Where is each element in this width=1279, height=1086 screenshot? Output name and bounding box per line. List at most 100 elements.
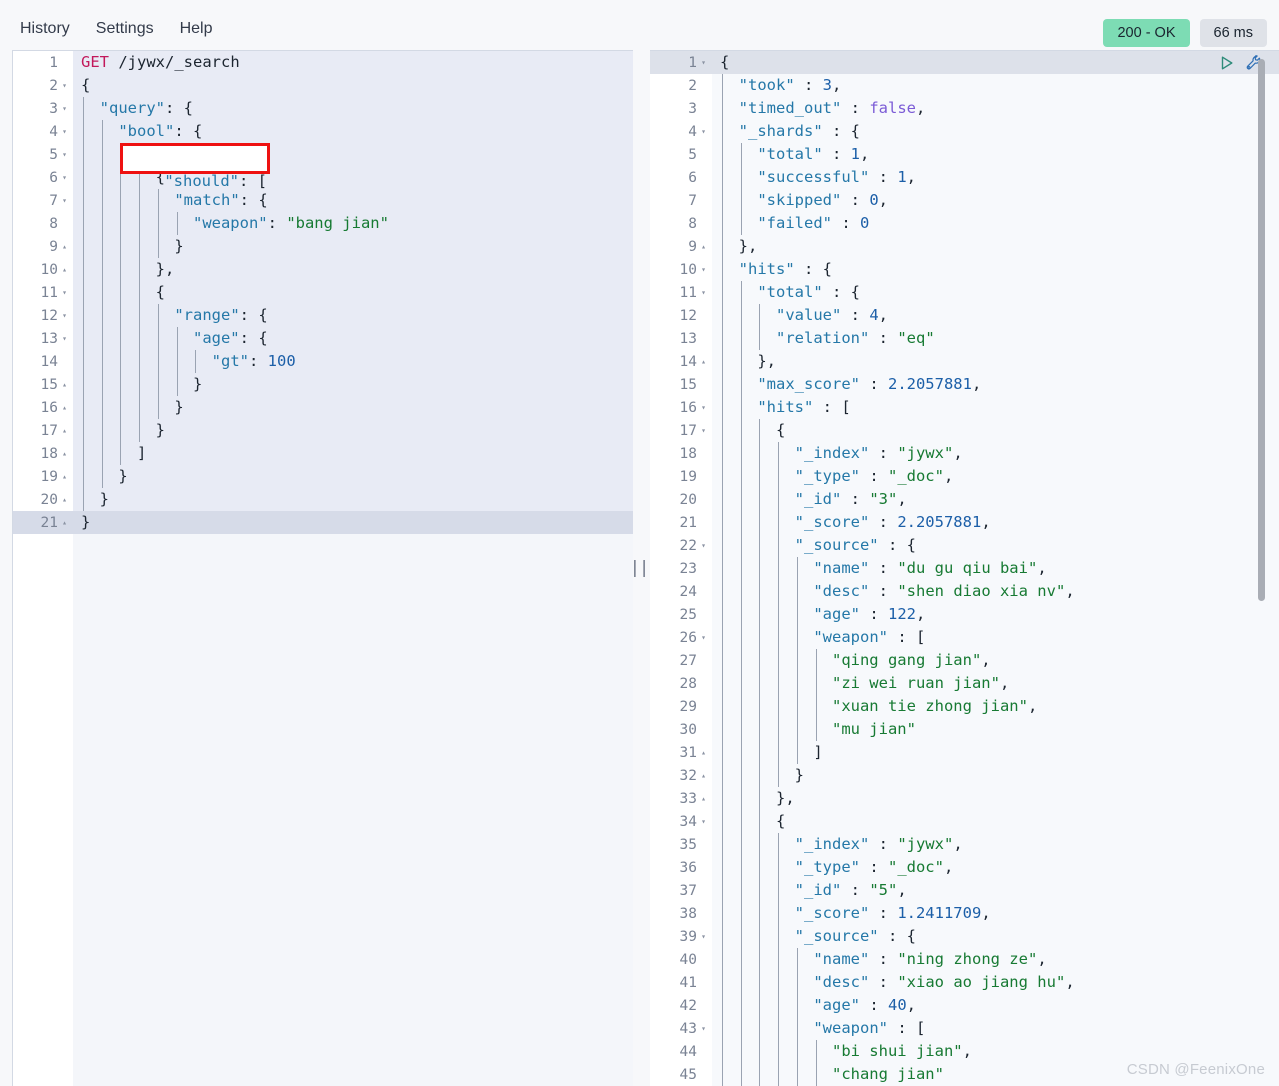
line-number-gutter[interactable]: 13 [650, 327, 712, 350]
code-line-content[interactable]: "_id" : "3", [712, 488, 1279, 511]
fold-toggle-icon[interactable]: ▾ [699, 626, 708, 649]
code-line-content[interactable]: "_source" : { [712, 925, 1279, 948]
fold-toggle-icon[interactable]: ▾ [60, 120, 69, 143]
code-line[interactable]: 36 "_type" : "_doc", [650, 856, 1279, 879]
line-number-gutter[interactable]: 39 ▾ [650, 925, 712, 948]
code-line[interactable]: 8 "weapon": "bang jian" [13, 212, 633, 235]
fold-toggle-icon[interactable]: ▾ [699, 396, 708, 419]
fold-toggle-icon[interactable]: ▾ [699, 258, 708, 281]
line-number-gutter[interactable]: 24 [650, 580, 712, 603]
fold-toggle-icon[interactable]: ▾ [699, 810, 708, 833]
code-line-content[interactable]: { [73, 74, 633, 97]
code-line[interactable]: 39 ▾ "_source" : { [650, 925, 1279, 948]
line-number-gutter[interactable]: 29 [650, 695, 712, 718]
code-line[interactable]: 26 ▾ "weapon" : [ [650, 626, 1279, 649]
code-line-content[interactable]: "mu jian" [712, 718, 1279, 741]
code-line[interactable]: 3 ▾ "query": { [13, 97, 633, 120]
code-line-content[interactable]: { [712, 419, 1279, 442]
line-number-gutter[interactable]: 1 [13, 51, 73, 74]
code-line-content[interactable]: { [712, 51, 1279, 74]
code-line[interactable]: 21 "_score" : 2.2057881, [650, 511, 1279, 534]
code-line[interactable]: 10 ▴ }, [13, 258, 633, 281]
fold-toggle-icon[interactable]: ▴ [699, 741, 708, 764]
code-line-content[interactable]: "_score" : 2.2057881, [712, 511, 1279, 534]
line-number-gutter[interactable]: 17 ▾ [650, 419, 712, 442]
code-line-content[interactable]: } [712, 764, 1279, 787]
code-line-content[interactable]: } [73, 373, 633, 396]
code-line-content[interactable]: } [73, 235, 633, 258]
line-number-gutter[interactable]: 20 ▴ [13, 488, 73, 511]
line-number-gutter[interactable]: 33 ▴ [650, 787, 712, 810]
code-line-content[interactable]: "_shards" : { [712, 120, 1279, 143]
code-line-content[interactable]: "weapon" : [ [712, 626, 1279, 649]
code-line-content[interactable]: "_type" : "_doc", [712, 465, 1279, 488]
fold-toggle-icon[interactable]: ▾ [60, 281, 69, 304]
pane-splitter[interactable]: || [630, 555, 649, 581]
fold-toggle-icon[interactable]: ▾ [60, 143, 69, 166]
code-line[interactable]: 25 "age" : 122, [650, 603, 1279, 626]
code-line[interactable]: 3 "timed_out" : false, [650, 97, 1279, 120]
line-number-gutter[interactable]: 9 ▴ [650, 235, 712, 258]
fold-toggle-icon[interactable]: ▾ [699, 120, 708, 143]
code-line[interactable]: 34 ▾ { [650, 810, 1279, 833]
code-line-content[interactable]: "_index" : "jywx", [712, 833, 1279, 856]
code-line-content[interactable]: "skipped" : 0, [712, 189, 1279, 212]
code-line[interactable]: 19 ▴ } [13, 465, 633, 488]
code-line[interactable]: 33 ▴ }, [650, 787, 1279, 810]
fold-toggle-icon[interactable]: ▾ [60, 166, 69, 189]
fold-toggle-icon[interactable]: ▾ [60, 304, 69, 327]
fold-toggle-icon[interactable]: ▴ [60, 258, 69, 281]
request-blank-area[interactable] [73, 534, 633, 1086]
line-number-gutter[interactable]: 7 [650, 189, 712, 212]
line-number-gutter[interactable]: 40 [650, 948, 712, 971]
request-editor[interactable]: 1 GET /jywx/_search 2 ▾{3 ▾ "query": {4 ▾ "bo… [13, 51, 633, 1086]
code-line-content[interactable]: GET /jywx/_search [73, 51, 633, 74]
code-line-content[interactable]: "max_score" : 2.2057881, [712, 373, 1279, 396]
line-number-gutter[interactable]: 18 ▴ [13, 442, 73, 465]
code-line[interactable]: 41 "desc" : "xiao ao jiang hu", [650, 971, 1279, 994]
line-number-gutter[interactable]: 3 ▾ [13, 97, 73, 120]
line-number-gutter[interactable]: 27 [650, 649, 712, 672]
fold-toggle-icon[interactable]: ▴ [60, 396, 69, 419]
code-line[interactable]: 21 ▴} [13, 511, 633, 534]
code-line-content[interactable]: "_type" : "_doc", [712, 856, 1279, 879]
code-line[interactable]: 31 ▴ ] [650, 741, 1279, 764]
line-number-gutter[interactable]: 12 ▾ [13, 304, 73, 327]
code-line-content[interactable]: ] [712, 741, 1279, 764]
code-line[interactable]: 37 "_id" : "5", [650, 879, 1279, 902]
code-line[interactable]: 11 ▾ { [13, 281, 633, 304]
line-number-gutter[interactable]: 23 [650, 557, 712, 580]
code-line-content[interactable]: "zi wei ruan jian", [712, 672, 1279, 695]
code-line[interactable]: 40 "name" : "ning zhong ze", [650, 948, 1279, 971]
code-line[interactable]: 14 "gt": 100 [13, 350, 633, 373]
line-number-gutter[interactable]: 19 [650, 465, 712, 488]
line-number-gutter[interactable]: 16 ▾ [650, 396, 712, 419]
code-line[interactable]: 15 "max_score" : 2.2057881, [650, 373, 1279, 396]
line-number-gutter[interactable]: 44 [650, 1040, 712, 1063]
code-line[interactable]: 16 ▾ "hits" : [ [650, 396, 1279, 419]
code-line-content[interactable]: "bool": { [73, 120, 633, 143]
menu-item-help[interactable]: Help [180, 19, 213, 39]
line-number-gutter[interactable]: 2 [650, 74, 712, 97]
code-line-content[interactable]: }, [712, 235, 1279, 258]
code-line-content[interactable]: "bi shui jian", [712, 1040, 1279, 1063]
code-line-content[interactable]: "total" : 1, [712, 143, 1279, 166]
code-line-content[interactable]: }, [712, 350, 1279, 373]
line-number-gutter[interactable]: 21 ▴ [13, 511, 73, 534]
line-number-gutter[interactable]: 31 ▴ [650, 741, 712, 764]
code-line[interactable]: 12 "value" : 4, [650, 304, 1279, 327]
line-number-gutter[interactable]: 12 [650, 304, 712, 327]
line-number-gutter[interactable]: 42 [650, 994, 712, 1017]
code-line[interactable]: 16 ▴ } [13, 396, 633, 419]
code-line[interactable]: 32 ▴ } [650, 764, 1279, 787]
code-line[interactable]: 20 ▴ } [13, 488, 633, 511]
response-scrollbar-thumb[interactable] [1258, 59, 1265, 601]
line-number-gutter[interactable]: 8 [650, 212, 712, 235]
line-number-gutter[interactable]: 25 [650, 603, 712, 626]
line-number-gutter[interactable]: 16 ▴ [13, 396, 73, 419]
code-line-content[interactable]: }, [712, 787, 1279, 810]
line-number-gutter[interactable]: 17 ▴ [13, 419, 73, 442]
fold-toggle-icon[interactable]: ▴ [60, 419, 69, 442]
code-line-content[interactable]: "_index" : "jywx", [712, 442, 1279, 465]
line-number-gutter[interactable]: 1 ▾ [650, 51, 712, 74]
